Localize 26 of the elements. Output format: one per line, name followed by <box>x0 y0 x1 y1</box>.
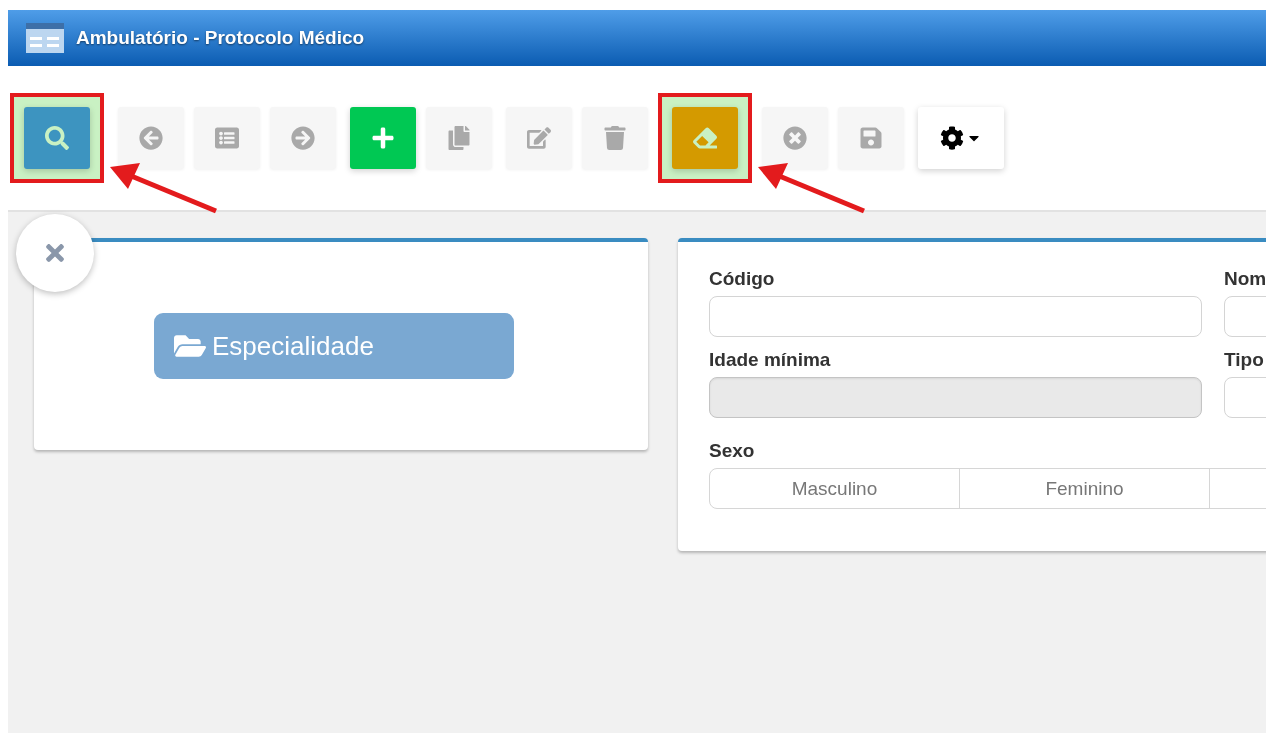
field-label: Sexo <box>709 440 756 462</box>
settings-icon <box>940 126 964 150</box>
search-icon <box>45 126 69 150</box>
new-button[interactable] <box>350 107 416 169</box>
input-field[interactable] <box>709 296 1202 337</box>
search-button[interactable] <box>24 107 90 169</box>
edit-icon <box>527 126 551 150</box>
clear-button[interactable] <box>672 107 738 169</box>
trash-icon <box>603 126 627 150</box>
arrow-right-icon <box>291 126 315 150</box>
window-icon <box>26 23 64 53</box>
eraser-icon <box>693 126 717 150</box>
plus-icon <box>371 126 395 150</box>
toggle-option[interactable]: Masculino <box>709 468 960 509</box>
close-button[interactable] <box>16 214 94 292</box>
settings-button[interactable] <box>918 107 1004 169</box>
copy-icon <box>447 126 471 150</box>
list-icon <box>215 126 239 150</box>
field-label: Tipo <box>1224 349 1265 371</box>
field-label: Código <box>709 268 776 290</box>
toggle-option[interactable]: Feminino <box>959 468 1210 509</box>
arrow-left-icon <box>139 126 163 150</box>
especialidade-button[interactable]: Especialidade <box>154 313 514 379</box>
field-label: Idade mínima <box>709 349 832 371</box>
field-label: Nom <box>1224 268 1266 290</box>
window-title: Ambulatório - Protocolo Médico <box>76 27 365 49</box>
